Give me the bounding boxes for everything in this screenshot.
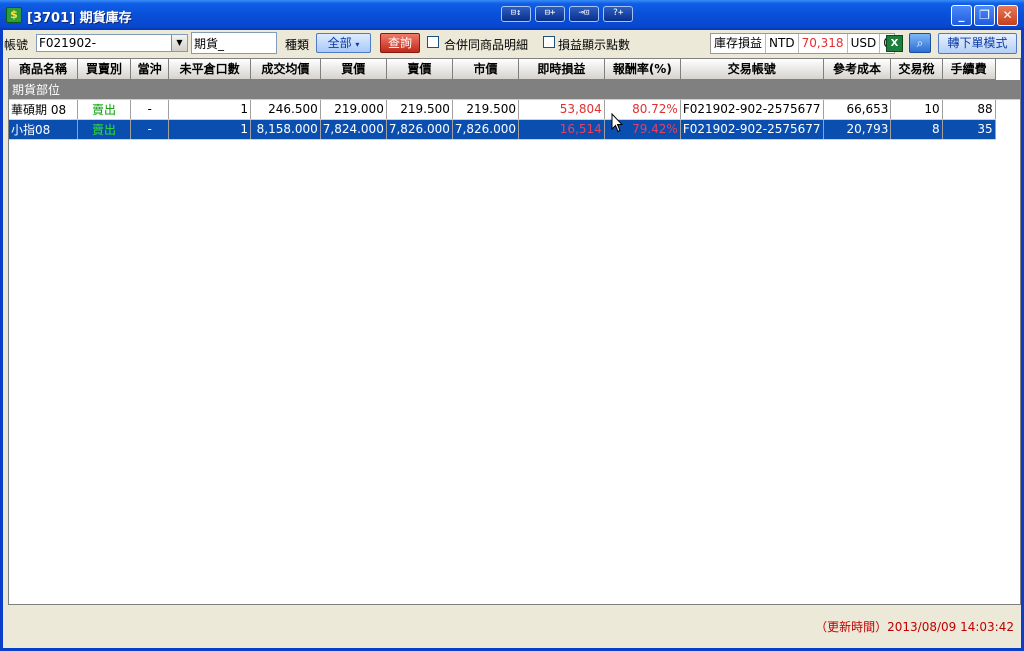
- category-label: 種類: [285, 38, 310, 52]
- col-header[interactable]: 報酬率(%): [604, 59, 681, 80]
- cell-avg-price: 246.500: [250, 99, 321, 120]
- table-row[interactable]: 華碩期 08 賣出 - 1 246.500 219.000 219.500 21…: [9, 99, 1020, 120]
- account-label: 帳號: [4, 38, 29, 52]
- inventory-table: 商品名稱 買賣別 當沖 未平倉口數 成交均價 買價 賣價 市價 即時損益 報酬率…: [9, 59, 1020, 140]
- cell-fee: 35: [942, 119, 996, 140]
- cell-product: 華碩期 08: [9, 99, 78, 120]
- cell-ask: 219.500: [386, 99, 453, 120]
- caret-down-icon: ▾: [355, 40, 360, 49]
- table-header-row: 商品名稱 買賣別 當沖 未平倉口數 成交均價 買價 賣價 市價 即時損益 報酬率…: [9, 59, 1020, 80]
- group-label: 期貨部位: [9, 79, 1020, 100]
- group-row[interactable]: 期貨部位: [9, 79, 1020, 100]
- cell-filler: [995, 119, 1020, 139]
- cell-daytrade: -: [130, 99, 170, 120]
- update-time: （更新時間）2013/08/09 14:03:42: [815, 620, 1014, 634]
- cell-side: 賣出: [77, 99, 132, 120]
- col-header[interactable]: 商品名稱: [9, 59, 78, 80]
- excel-export-icon[interactable]: X: [886, 35, 903, 52]
- split-view-button[interactable]: ⊟↕: [501, 6, 531, 22]
- cell-product: 小指08: [9, 119, 78, 140]
- inventory-pl-label: 庫存損益: [711, 34, 767, 53]
- cell-market: 7,826.000: [452, 119, 519, 140]
- account-select[interactable]: F021902- ▼: [36, 34, 188, 52]
- profit-points-checkbox-label: 損益顯示點數: [558, 38, 631, 52]
- col-header-filler: [995, 59, 1020, 79]
- inventory-pl-summary: 庫存損益 NTD 70,318 USD 0: [710, 33, 895, 54]
- merge-checkbox[interactable]: [427, 36, 439, 48]
- col-header[interactable]: 成交均價: [250, 59, 321, 80]
- cell-open-lots: 1: [168, 119, 251, 140]
- minimize-icon[interactable]: _: [951, 5, 972, 26]
- inventory-grid[interactable]: 商品名稱 買賣別 當沖 未平倉口數 成交均價 買價 賣價 市價 即時損益 報酬率…: [8, 58, 1021, 605]
- col-header[interactable]: 參考成本: [823, 59, 892, 80]
- col-header[interactable]: 買價: [320, 59, 387, 80]
- merge-checkbox-label: 合併同商品明細: [444, 38, 529, 52]
- app-window: $ [3701] 期貨庫存 ⊟↕ ⊟+ ⊸⊡ ?+ _ ❐ ✕ 帳號 F0219…: [0, 0, 1024, 651]
- help-button[interactable]: ?+: [603, 6, 633, 22]
- col-header[interactable]: 未平倉口數: [168, 59, 251, 80]
- cell-filler: [995, 99, 1020, 119]
- search-icon[interactable]: ⌕: [909, 33, 931, 53]
- cell-open-lots: 1: [168, 99, 251, 120]
- mouse-cursor-icon: [611, 113, 623, 133]
- cell-account: F021902-902-2575677: [680, 119, 824, 140]
- cell-market: 219.500: [452, 99, 519, 120]
- toolbar: 帳號 F021902- ▼ 期貨_ 種類 全部 ▾ 查詢 合併同商品明細 損益顯…: [3, 30, 1021, 57]
- restore-icon[interactable]: ❐: [974, 5, 995, 26]
- col-header[interactable]: 交易稅: [890, 59, 943, 80]
- table-row-selected[interactable]: 小指08 賣出 - 1 8,158.000 7,824.000 7,826.00…: [9, 119, 1020, 140]
- col-header[interactable]: 買賣別: [77, 59, 132, 80]
- cell-side: 賣出: [77, 119, 132, 140]
- col-header[interactable]: 即時損益: [518, 59, 605, 80]
- cell-realtime-pl: 53,804: [518, 99, 605, 120]
- cell-bid: 219.000: [320, 99, 387, 120]
- cell-realtime-pl: 16,514: [518, 119, 605, 140]
- col-header[interactable]: 當沖: [130, 59, 170, 80]
- cell-account: F021902-902-2575677: [680, 99, 824, 120]
- chevron-down-icon[interactable]: ▼: [171, 35, 187, 51]
- window-title: [3701] 期貨庫存: [27, 11, 132, 26]
- link-window-button[interactable]: ⊸⊡: [569, 6, 599, 22]
- cell-daytrade: -: [130, 119, 170, 140]
- close-icon[interactable]: ✕: [997, 5, 1018, 26]
- cell-ask: 7,826.000: [386, 119, 453, 140]
- title-bar[interactable]: $ [3701] 期貨庫存 ⊟↕ ⊟+ ⊸⊡ ?+ _ ❐ ✕: [0, 0, 1024, 30]
- category-dropdown-button[interactable]: 全部 ▾: [316, 33, 371, 53]
- cell-tax: 10: [890, 99, 943, 120]
- cell-ref-cost: 20,793: [823, 119, 892, 140]
- cell-ref-cost: 66,653: [823, 99, 892, 120]
- window-controls: _ ❐ ✕: [951, 5, 1018, 26]
- ntd-label: NTD: [766, 34, 799, 53]
- product-type-input[interactable]: 期貨_: [191, 32, 277, 54]
- usd-label: USD: [848, 34, 881, 53]
- col-header[interactable]: 賣價: [386, 59, 453, 80]
- query-button[interactable]: 查詢: [380, 33, 420, 53]
- cell-tax: 8: [890, 119, 943, 140]
- account-value: F021902-: [39, 36, 97, 50]
- profit-points-checkbox[interactable]: [543, 36, 555, 48]
- order-mode-button[interactable]: 轉下單模式: [938, 33, 1017, 54]
- cell-fee: 88: [942, 99, 996, 120]
- cell-avg-price: 8,158.000: [250, 119, 321, 140]
- category-button-label: 全部: [327, 36, 352, 50]
- ntd-value: 70,318: [799, 34, 848, 53]
- add-window-button[interactable]: ⊟+: [535, 6, 565, 22]
- col-header[interactable]: 市價: [452, 59, 519, 80]
- cell-bid: 7,824.000: [320, 119, 387, 140]
- title-tool-group: ⊟↕ ⊟+ ⊸⊡ ?+: [501, 6, 633, 22]
- col-header[interactable]: 交易帳號: [680, 59, 824, 80]
- col-header[interactable]: 手續費: [942, 59, 996, 80]
- app-logo-icon: $: [6, 7, 22, 23]
